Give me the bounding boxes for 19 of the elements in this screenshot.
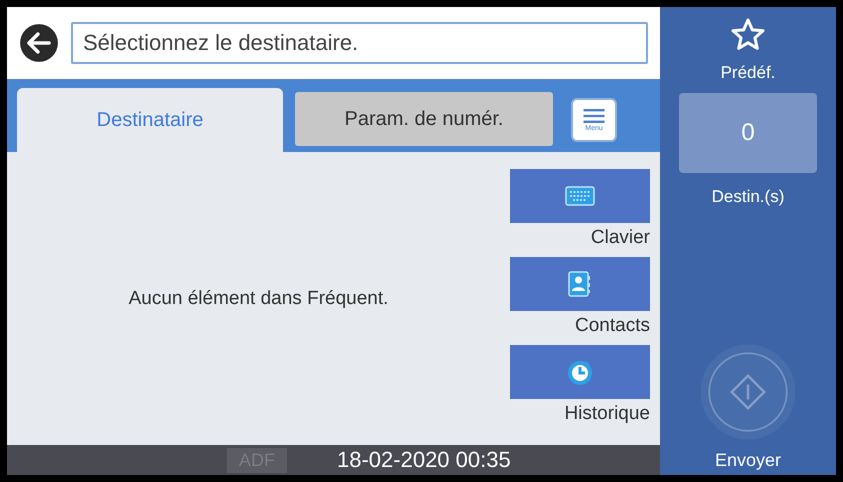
empty-message: Aucun élément dans Fréquent. [128, 288, 390, 310]
action-label: Clavier [590, 226, 650, 250]
back-icon[interactable] [19, 23, 59, 63]
action-button[interactable] [510, 168, 650, 222]
recipient-field[interactable]: Sélectionnez le destinataire. [71, 22, 648, 64]
presets-button[interactable]: Prédéf. [720, 17, 776, 83]
send-label: Envoyer [714, 450, 782, 471]
action-label: Contacts [575, 314, 650, 338]
action-label: Historique [564, 402, 650, 426]
date-time: 18-02-2020 00:35 [337, 447, 511, 473]
action-button[interactable] [510, 344, 650, 398]
clock-icon [565, 358, 595, 384]
tab[interactable]: Destinataire [17, 88, 283, 152]
menu-icon [582, 108, 606, 122]
star-icon [730, 17, 766, 53]
recipient-count-label: Destin.(s) [712, 187, 784, 207]
recipient-count: 0 [679, 93, 817, 173]
action-button[interactable] [510, 256, 650, 310]
tab[interactable]: Param. de numér. [295, 92, 553, 146]
